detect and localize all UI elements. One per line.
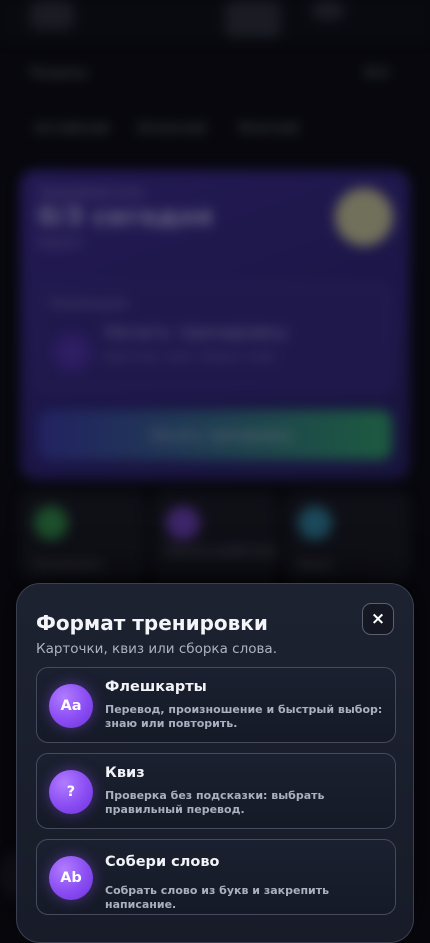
thumbnail xyxy=(225,0,281,38)
tile-icon xyxy=(34,506,68,540)
option-title: Квиз xyxy=(105,765,145,781)
progress-sub: Неделя xyxy=(38,236,82,249)
thumbnail xyxy=(30,0,74,30)
option-flashcards[interactable]: Aa Флешкарты Перевод, произношение и быс… xyxy=(36,667,396,743)
sheet-subtitle: Карточки, квиз или сборка слова. xyxy=(36,641,277,657)
option-description: Проверка без подсказки: выбрать правильн… xyxy=(105,789,325,816)
recommend-label: Рекомендуем xyxy=(50,297,129,310)
progress-ring xyxy=(335,188,393,246)
tile-label: Уроки xyxy=(298,558,333,571)
thumbnail xyxy=(312,0,344,20)
flashcards-icon: Aa xyxy=(49,684,93,728)
option-title: Флешкарты xyxy=(105,679,207,695)
start-title: Начать тренировку xyxy=(104,322,289,343)
lang-chip[interactable]: Английский xyxy=(34,121,109,135)
tile-label: Повтор ошибочных xyxy=(166,545,278,558)
sheet-title: Формат тренировки xyxy=(36,611,268,635)
goal-label: Ежедневная цель xyxy=(40,186,144,199)
close-button[interactable]: × xyxy=(362,603,394,635)
play-icon xyxy=(52,332,92,372)
option-build-word[interactable]: Ab Собери слово Собрать слово из букв и … xyxy=(36,839,396,915)
tile-icon xyxy=(298,506,332,540)
tile-icon xyxy=(166,506,200,540)
lang-chip[interactable]: Испанский xyxy=(138,121,206,135)
start-sub: Карточки, квиз, сборка слова xyxy=(104,350,276,363)
section-action[interactable]: Всё xyxy=(365,66,389,81)
option-description: Собрать слово из букв и закрепить написа… xyxy=(105,884,330,911)
option-title: Собери слово xyxy=(105,854,220,870)
section-label: Разделы xyxy=(30,66,89,81)
training-format-sheet: Формат тренировки Карточки, квиз или сбо… xyxy=(16,583,414,943)
tile-label: Тренировка xyxy=(34,558,103,571)
feature-tile[interactable] xyxy=(152,492,278,582)
progress-text: 0/3 сегодня xyxy=(38,202,213,232)
start-button-label: Начать тренировку xyxy=(150,428,294,444)
option-description: Перевод, произношение и быстрый выбор: з… xyxy=(105,703,383,730)
close-icon: × xyxy=(370,609,386,629)
letters-icon: Ab xyxy=(49,856,93,900)
question-icon: ? xyxy=(49,770,93,814)
option-quiz[interactable]: ? Квиз Проверка без подсказки: выбрать п… xyxy=(36,753,396,829)
lang-chip[interactable]: Японский xyxy=(238,121,299,135)
